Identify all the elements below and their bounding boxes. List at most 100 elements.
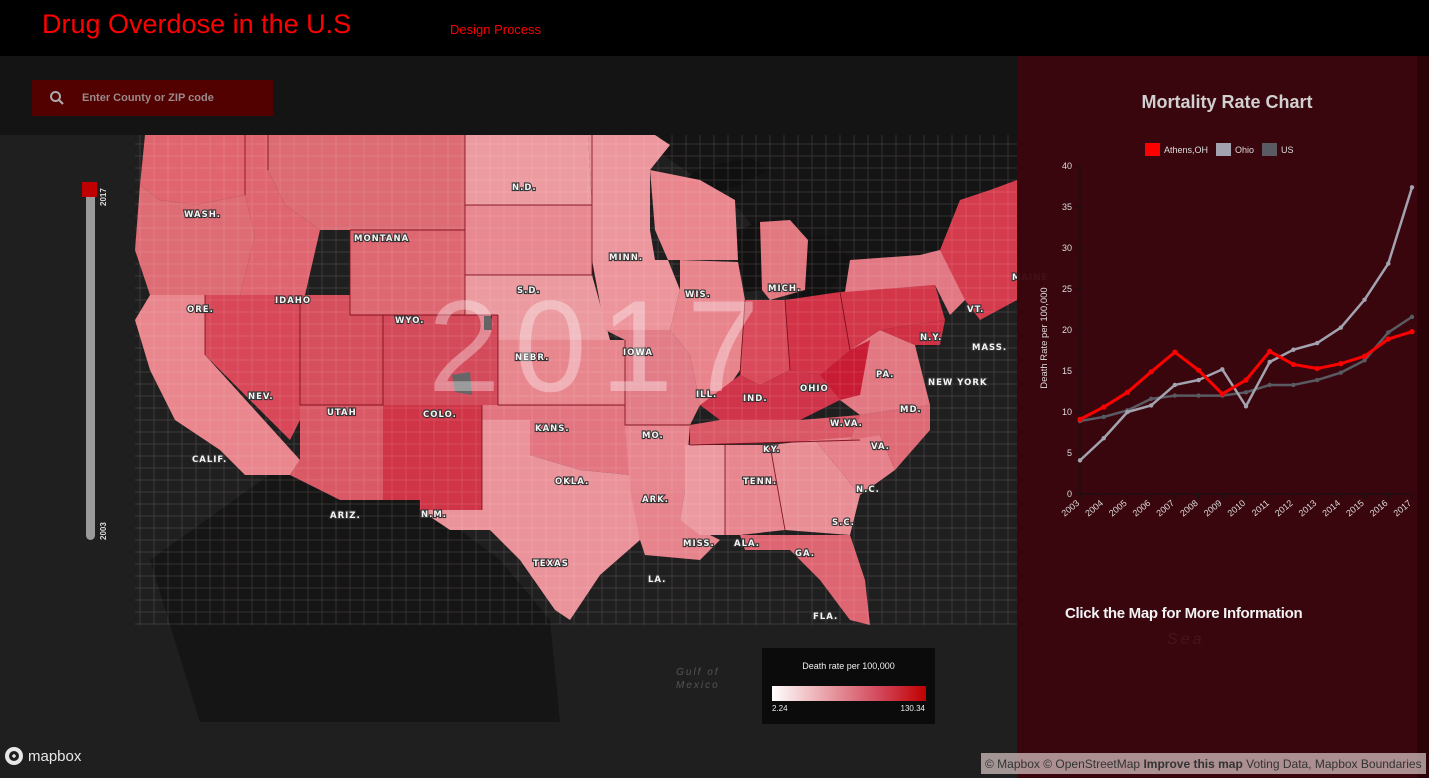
- data-point: [1172, 393, 1178, 398]
- state-label: S.C.: [832, 518, 855, 528]
- y-tick-label: 30: [1062, 243, 1072, 253]
- data-point: [1148, 396, 1154, 402]
- state-label: FLA.: [813, 612, 838, 622]
- legend-min-label: 2.24: [772, 704, 788, 713]
- state-label: IOWA: [623, 348, 653, 358]
- x-tick-label: 2015: [1344, 498, 1366, 519]
- data-point: [1267, 359, 1272, 365]
- design-process-link[interactable]: Design Process: [450, 22, 541, 37]
- state-label: KANS.: [535, 424, 570, 434]
- x-tick-label: 2009: [1202, 498, 1224, 519]
- x-tick-label: 2006: [1131, 498, 1153, 519]
- search-icon[interactable]: [32, 90, 82, 106]
- legend-color-ramp: [772, 686, 926, 701]
- state-label: S.D.: [517, 286, 541, 296]
- state-label: OHIO: [800, 384, 829, 394]
- x-tick-label: 2007: [1154, 498, 1176, 519]
- data-point: [1220, 367, 1225, 372]
- data-point: [1101, 436, 1106, 441]
- series-line-ohio: [1079, 186, 1414, 462]
- state-label: ORE.: [187, 305, 214, 315]
- data-point: [1243, 377, 1249, 383]
- data-point: [1101, 404, 1107, 410]
- state-label: NEBR.: [515, 353, 549, 363]
- attrib-mapbox[interactable]: © Mapbox: [985, 757, 1040, 771]
- data-point: [1195, 367, 1202, 373]
- x-tick-label: 2014: [1320, 498, 1342, 519]
- data-point: [1125, 409, 1130, 415]
- slider-track[interactable]: [86, 188, 95, 540]
- water-label: Sea: [1167, 631, 1205, 648]
- search-box[interactable]: [32, 80, 273, 116]
- attrib-extra: Voting Data, Mapbox Boundaries: [1246, 757, 1422, 771]
- data-point: [1267, 382, 1272, 388]
- data-point: [1243, 390, 1249, 395]
- data-point: [1267, 348, 1273, 354]
- data-point: [1338, 370, 1344, 375]
- state-label: ARK.: [642, 495, 669, 505]
- state-label: TEXAS: [533, 559, 569, 569]
- mapbox-logo[interactable]: mapbox: [4, 746, 81, 766]
- map-attribution: © Mapbox © OpenStreetMap Improve this ma…: [981, 753, 1426, 774]
- state-label: MISS.: [683, 539, 715, 549]
- data-point: [1386, 330, 1391, 335]
- slider-max-label: 2017: [99, 188, 108, 206]
- data-point: [1124, 389, 1131, 395]
- data-point: [1314, 365, 1320, 372]
- x-tick-label: 2012: [1273, 498, 1295, 519]
- y-tick-label: 25: [1062, 284, 1072, 294]
- y-tick-label: 5: [1067, 448, 1072, 458]
- state-label: IDAHO: [275, 296, 311, 306]
- y-tick-label: 40: [1062, 161, 1072, 171]
- state-label: MASS.: [972, 343, 1007, 353]
- attrib-osm[interactable]: © OpenStreetMap: [1043, 757, 1140, 771]
- search-input[interactable]: [82, 92, 262, 104]
- y-tick-label: 35: [1062, 202, 1072, 212]
- data-point: [1291, 382, 1296, 388]
- state-label: WYO.: [395, 316, 425, 326]
- state-label: N.C.: [856, 485, 880, 495]
- choropleth-map[interactable]: WASH. MONTANA N.D. MINN. ORE. IDAHO S.D.…: [0, 56, 1429, 778]
- state-label: WASH.: [184, 210, 221, 220]
- mapbox-icon: [5, 747, 23, 765]
- state-label: W.VA.: [830, 419, 863, 429]
- x-tick-label: 2017: [1392, 498, 1414, 519]
- state-label: CALIF.: [192, 455, 227, 465]
- data-point: [1409, 185, 1415, 190]
- y-tick-label: 20: [1062, 325, 1072, 335]
- data-point: [1148, 369, 1154, 375]
- x-tick-label: 2011: [1250, 498, 1271, 518]
- state-label: OKLA.: [555, 477, 589, 487]
- data-point: [1290, 361, 1297, 368]
- x-tick-label: 2010: [1226, 498, 1248, 519]
- data-point: [1291, 347, 1296, 352]
- improve-map-link[interactable]: Improve this map: [1143, 757, 1242, 771]
- slider-thumb[interactable]: [82, 182, 97, 197]
- data-point: [1172, 382, 1178, 388]
- click-map-info: Click the Map for More Information: [1065, 605, 1303, 622]
- no-data-county: [452, 372, 472, 395]
- state-label: LA.: [648, 575, 666, 585]
- state-label: IND.: [743, 394, 768, 404]
- year-slider[interactable]: 2017 2003: [82, 182, 108, 542]
- legend-title: Death rate per 100,000: [802, 661, 895, 671]
- data-point: [1219, 391, 1225, 397]
- x-tick-label: 2004: [1083, 498, 1105, 519]
- y-tick-label: 10: [1062, 407, 1072, 417]
- state-label: KY.: [763, 445, 781, 455]
- state-label: UTAH: [327, 408, 357, 418]
- mapbox-wordmark: mapbox: [28, 747, 82, 765]
- data-point: [1386, 261, 1391, 266]
- no-data-county: [484, 316, 492, 330]
- state-label: MONTANA: [354, 234, 409, 244]
- state-label: NEV.: [248, 392, 274, 402]
- data-point: [1338, 325, 1344, 330]
- legend-max-label: 130.34: [900, 704, 925, 713]
- state-label: VA.: [871, 442, 890, 452]
- state-label: N.Y.: [920, 333, 942, 343]
- slider-min-label: 2003: [99, 522, 108, 540]
- state-label: NEW YORK: [928, 378, 987, 388]
- state-label: VT.: [967, 305, 984, 315]
- state-label: MD.: [900, 405, 922, 415]
- data-point: [1196, 393, 1201, 398]
